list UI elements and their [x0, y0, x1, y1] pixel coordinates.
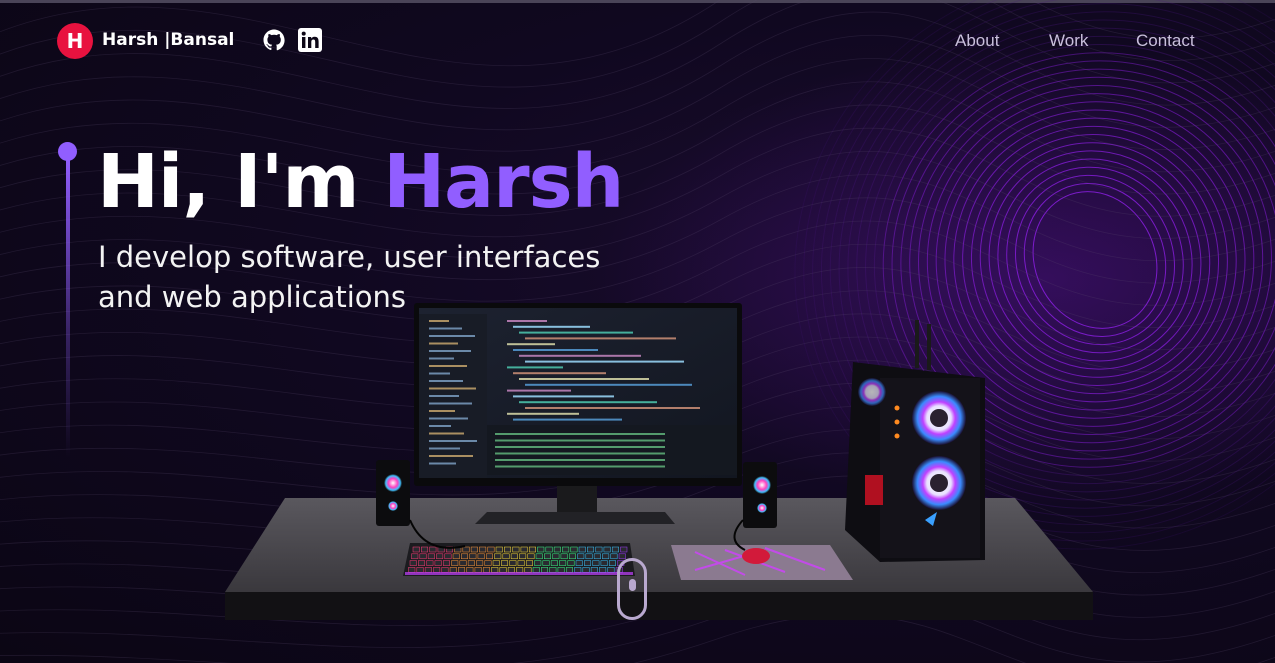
github-icon[interactable]: [262, 28, 286, 52]
hero-title-name: Harsh: [383, 139, 624, 225]
brand-name[interactable]: Harsh |Bansal: [102, 30, 234, 50]
nav-about[interactable]: About: [955, 31, 999, 51]
linkedin-icon[interactable]: [298, 28, 322, 52]
mouse: [742, 548, 770, 564]
logo-letter: H: [66, 29, 84, 53]
right-speaker: [743, 462, 777, 528]
nav-work[interactable]: Work: [1049, 31, 1088, 51]
desk-setup-3d-model[interactable]: [225, 300, 1095, 630]
monitor-neck: [557, 486, 597, 516]
accent-line: [66, 158, 70, 458]
logo[interactable]: H: [57, 23, 93, 59]
left-speaker: [376, 460, 410, 526]
portfolio-page: H Harsh |Bansal About Work Contact Hi, I…: [0, 0, 1275, 663]
hero-title: Hi, I'm Harsh: [97, 137, 624, 227]
hero-title-prefix: Hi, I'm: [97, 139, 384, 225]
desk-edge: [225, 592, 1093, 620]
scroll-dot: [629, 579, 636, 591]
mouse-scroll-icon[interactable]: [617, 558, 647, 620]
nav-contact[interactable]: Contact: [1136, 31, 1195, 51]
monitor-base: [475, 512, 675, 524]
